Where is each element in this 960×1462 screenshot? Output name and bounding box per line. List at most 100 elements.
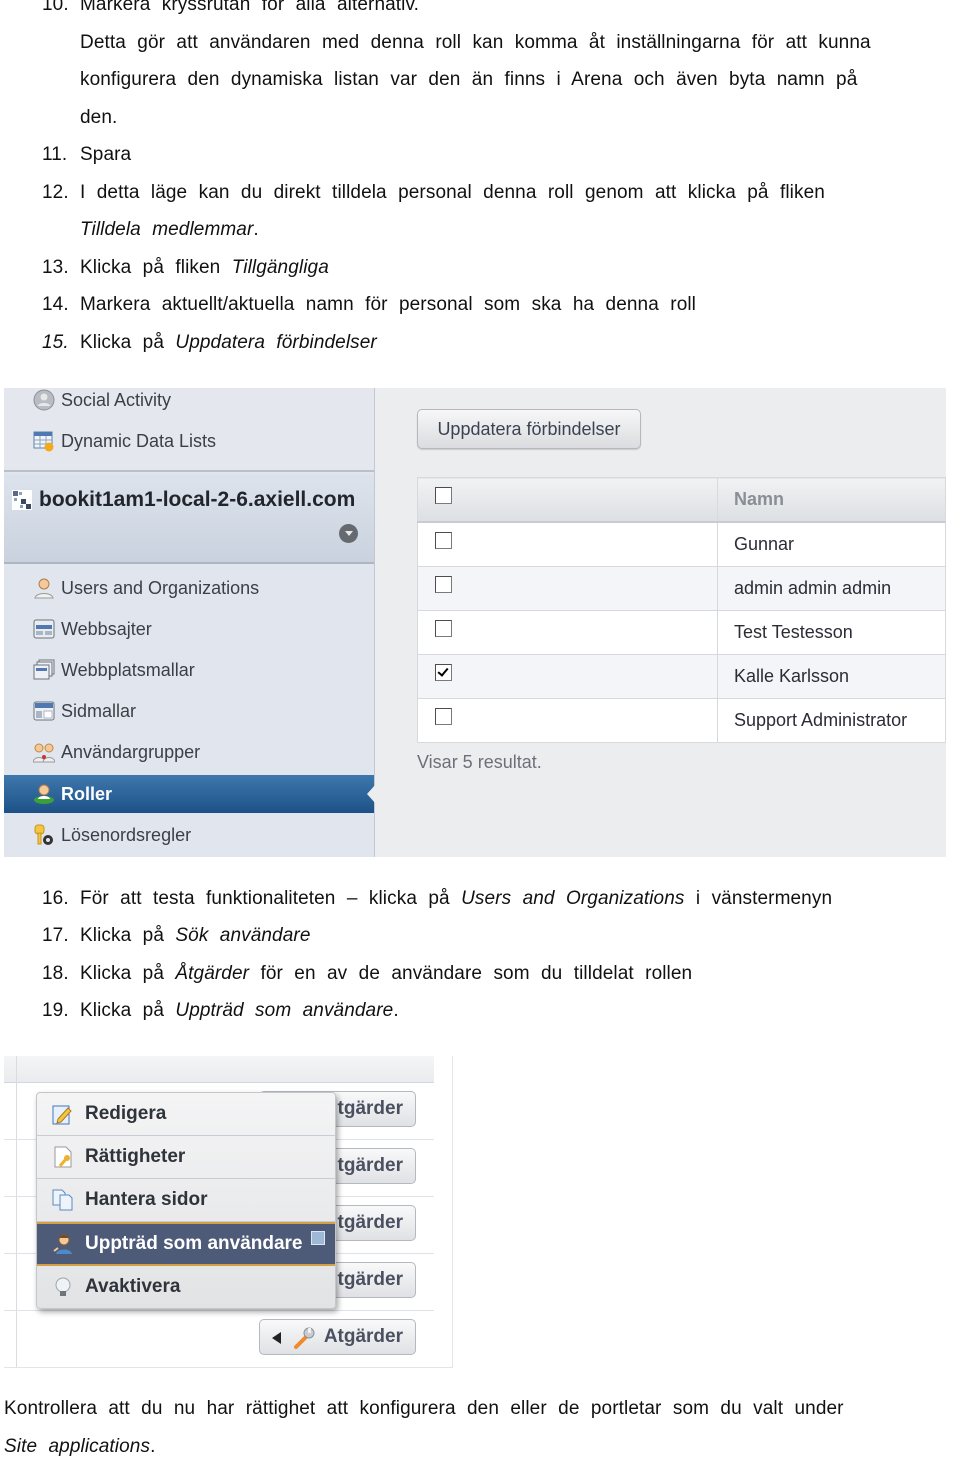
site-title-text: bookit1am1-local-2-6.axiell.com: [39, 488, 356, 511]
ui-reference-text: Uppdatera förbindelser: [175, 332, 377, 353]
update-associations-button[interactable]: Uppdatera förbindelser: [417, 409, 641, 449]
step-item: 13. Klicka på fliken Tillgängliga: [42, 257, 329, 279]
sidebar-item-lösenordsregler[interactable]: Lösenordsregler: [4, 816, 374, 854]
row-checkbox[interactable]: [435, 707, 452, 725]
actions-button-label: tgärder: [337, 1269, 403, 1290]
row-checkbox[interactable]: [435, 663, 452, 681]
step-text: i vänstermenyn: [684, 888, 833, 909]
actions-menu-screenshot: tgärder tgärder tgärder tgärder Atgärder Red…: [4, 1056, 453, 1368]
actions-button-label: tgärder: [337, 1155, 403, 1176]
table-row: Support Administrator: [417, 698, 946, 743]
external-link-icon[interactable]: [311, 1231, 325, 1245]
step-text: Spara: [80, 144, 132, 165]
select-all-checkbox[interactable]: [435, 486, 452, 504]
sidebar-item-webbsajter[interactable]: Webbsajter: [4, 610, 374, 648]
text-line: Detta gör att användaren med denna roll …: [42, 32, 871, 54]
deactivate-icon: [51, 1275, 75, 1299]
sidebar-item-label: Webbplatsmallar: [61, 659, 195, 680]
dynamic-data-lists-icon: [33, 430, 55, 452]
site-templates-icon: [33, 659, 55, 681]
column-header-name[interactable]: Namn: [717, 477, 946, 523]
sidebar-item-label: Social Activity: [61, 389, 172, 410]
step-number: 16.: [42, 888, 69, 909]
edit-icon: [51, 1102, 75, 1126]
row-checkbox[interactable]: [435, 619, 452, 637]
step-number: 17.: [42, 925, 69, 946]
step-text: konfigurera den dynamiska listan var den…: [80, 69, 858, 90]
page-template-icon: [33, 700, 55, 722]
ui-reference-text: Uppträd som användare: [175, 1000, 394, 1021]
users-table: Namn Gunnar admin admin admin Test Testess…: [417, 477, 946, 743]
menu-item-uppträd-som-användare[interactable]: Uppträd som användare: [37, 1222, 335, 1266]
actions-button[interactable]: Atgärder: [259, 1319, 416, 1355]
menu-item-label: Avaktivera: [85, 1276, 181, 1297]
site-dropdown-button[interactable]: [339, 524, 358, 543]
sidebar-item-roller[interactable]: Roller: [4, 775, 376, 813]
ui-reference-text: Sök användare: [175, 925, 311, 946]
actions-button-label: tgärder: [337, 1098, 403, 1119]
sidebar-item-sidmallar[interactable]: Sidmallar: [4, 692, 374, 730]
step-item: 19. Klicka på Uppträd som användare.: [42, 1000, 399, 1022]
user-name-cell: Kalle Karlsson: [717, 654, 946, 699]
step-text: .: [253, 219, 259, 240]
menu-item-hantera-sidor[interactable]: Hantera sidor: [37, 1179, 335, 1222]
sidebar-item-label: Roller: [61, 783, 113, 804]
menu-item-label: Rättigheter: [85, 1146, 186, 1167]
step-text: den.: [80, 107, 118, 128]
roles-assign-members-screenshot: Social Activity Dynamic Data Lists booki…: [4, 388, 946, 857]
user-name-cell: Test Testesson: [717, 610, 946, 655]
menu-item-avaktivera[interactable]: Avaktivera: [37, 1266, 335, 1308]
menu-item-label: Uppträd som användare: [85, 1233, 303, 1254]
sidebar-item-users-and-organizations[interactable]: Users and Organizations: [4, 569, 374, 607]
sidebar-item-dynamic-data-lists[interactable]: Dynamic Data Lists: [4, 422, 374, 460]
row-checkbox[interactable]: [435, 575, 452, 593]
ui-reference-text: Users and Organizations: [461, 888, 685, 909]
sidebar-item-label: Sidmallar: [61, 700, 137, 721]
sidebar-item-social-activity[interactable]: Social Activity: [4, 388, 374, 419]
table-row: Test Testesson: [417, 610, 946, 655]
row-divider: [4, 1310, 434, 1311]
step-text: Klicka på: [80, 925, 176, 946]
step-number: 10.: [42, 0, 69, 15]
step-text: Detta gör att användaren med denna roll …: [80, 32, 871, 53]
step-item: 16. För att testa funktionaliteten – klic…: [42, 888, 832, 910]
sidebar-item-label: Dynamic Data Lists: [61, 430, 217, 451]
social-activity-icon: [33, 389, 55, 411]
step-text: Klicka på fliken: [80, 257, 232, 278]
impersonate-user-icon: [51, 1232, 75, 1256]
step-text: för en av de användare som du tilldelat …: [249, 963, 693, 984]
step-text: Markera aktuellt/aktuella namn för perso…: [80, 294, 697, 315]
step-text: Klicka på: [80, 1000, 176, 1021]
row-checkbox[interactable]: [435, 531, 452, 549]
step-text: För att testa funktionaliteten – klicka …: [80, 888, 462, 909]
roles-icon: [33, 783, 55, 805]
table-row: admin admin admin: [417, 566, 946, 611]
user-icon: [33, 577, 55, 599]
table-header: [4, 1056, 434, 1083]
step-number: 15.: [42, 332, 69, 353]
step-text: I detta läge kan du direkt tilldela pers…: [80, 182, 825, 203]
permissions-icon: [51, 1145, 75, 1169]
menu-item-redigera[interactable]: Redigera: [37, 1093, 335, 1136]
user-name-cell: Support Administrator: [717, 698, 946, 743]
result-count: Visar 5 resultat.: [417, 752, 542, 772]
menu-item-rättigheter[interactable]: Rättigheter: [37, 1136, 335, 1179]
step-item: 15. Klicka på Uppdatera förbindelser: [42, 332, 377, 354]
site-title[interactable]: bookit1am1-local-2-6.axiell.com: [12, 488, 355, 512]
ui-reference-text: Tillgängliga: [231, 257, 329, 278]
step-number: 18.: [42, 963, 69, 984]
text-line: Kontrollera att du nu har rättighet att …: [4, 1398, 844, 1420]
step-item: 12. I detta läge kan du direkt tilldela p…: [42, 182, 825, 204]
actions-button-label: Atgärder: [323, 1326, 403, 1347]
step-number: 14.: [42, 294, 69, 315]
sidebar-item-label: Users and Organizations: [61, 577, 260, 598]
user-name-cell: admin admin admin: [717, 566, 946, 611]
menu-item-label: Hantera sidor: [85, 1189, 208, 1210]
table-row: Kalle Karlsson: [417, 654, 946, 699]
manage-pages-icon: [51, 1188, 75, 1212]
user-groups-icon: [33, 741, 55, 763]
wrench-icon: [293, 1326, 317, 1356]
sidebar-item-webbplatsmallar[interactable]: Webbplatsmallar: [4, 651, 374, 689]
control-panel-sidebar: Social Activity Dynamic Data Lists booki…: [4, 388, 376, 857]
sidebar-item-användargrupper[interactable]: Användargrupper: [4, 733, 374, 771]
